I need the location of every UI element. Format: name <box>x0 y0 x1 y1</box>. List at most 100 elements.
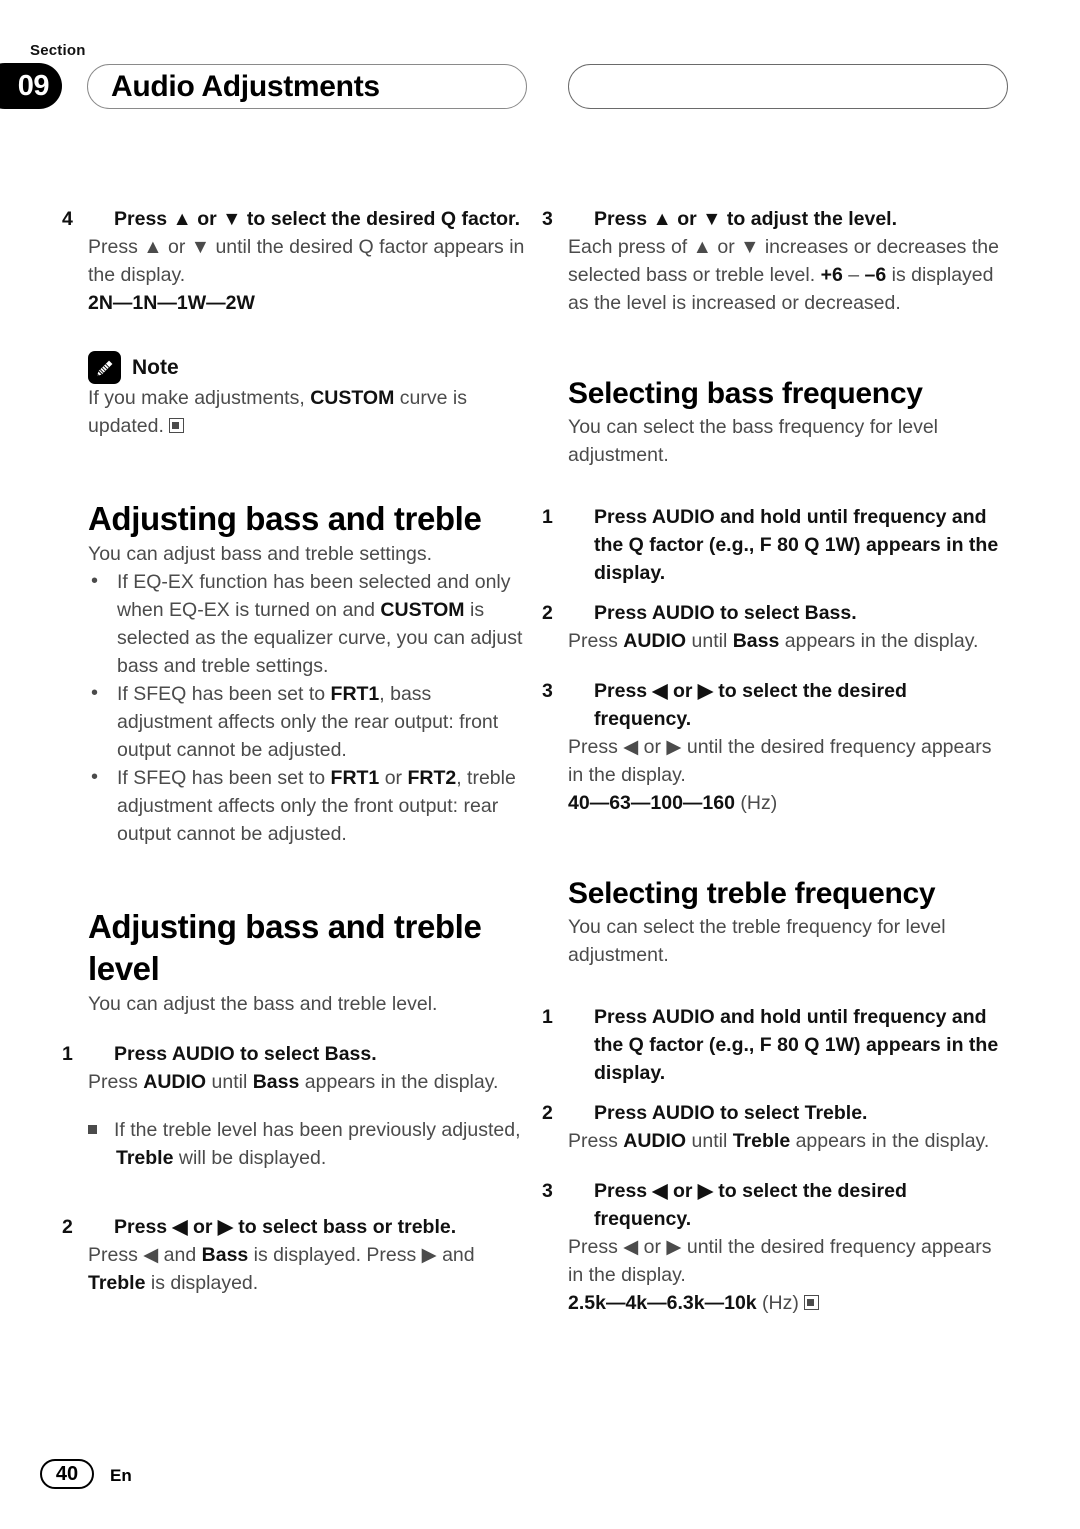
right-step-3-number: 3 <box>542 208 553 230</box>
bass-frequency-unit: (Hz) <box>734 792 778 814</box>
step-2-body-keyword-2: Treble <box>88 1272 146 1294</box>
step-1-square-note-pre: If the treble level has been previously … <box>114 1118 521 1141</box>
step-1-body-keyword-2: Bass <box>252 1071 300 1093</box>
right-step-3-body-keyword-2: –6 <box>864 264 887 286</box>
right-step-3: 3 Press ▲ or ▼ to adjust the level. <box>542 205 1008 233</box>
page-header: Section 09 Audio Adjustments <box>0 0 1080 150</box>
bass-step-1-number: 1 <box>542 506 553 528</box>
page-title-capsule-right-empty <box>568 64 1008 109</box>
treble-step-2-text: Press AUDIO to select Treble. <box>594 1102 868 1124</box>
bullet-3-keyword-1: FRT1 <box>330 767 380 789</box>
step-4: 4 Press ▲ or ▼ to select the desired Q fa… <box>62 205 528 233</box>
bass-treble-bullet-list: If EQ-EX function has been selected and … <box>88 567 528 848</box>
left-column: 4 Press ▲ or ▼ to select the desired Q fa… <box>62 205 528 1297</box>
bass-step-3-text: Press ◀ or ▶ to select the desired frequ… <box>594 680 907 730</box>
bass-step-2-body-post: appears in the display. <box>779 630 979 652</box>
right-step-3-text: Press ▲ or ▼ to adjust the level. <box>594 208 898 230</box>
language-code: En <box>110 1466 132 1485</box>
step-2-body-keyword-1: Bass <box>201 1244 249 1266</box>
pencil-icon <box>88 351 121 384</box>
right-column: 3 Press ▲ or ▼ to adjust the level. Each … <box>542 205 1008 1317</box>
intro-selecting-treble-frequency: You can select the treble frequency for … <box>568 916 946 966</box>
bullet-2-part1: If SFEQ has been set to <box>117 683 331 705</box>
treble-step-2-body-pre: Press <box>568 1130 624 1152</box>
page-footer: 40 En <box>0 1439 1080 1529</box>
treble-step-2: 2 Press AUDIO to select Treble. <box>542 1099 1008 1127</box>
bass-step-2-number: 2 <box>542 602 553 624</box>
treble-step-2-body-keyword-2: Treble <box>732 1130 791 1152</box>
intro-adjusting-bass-and-treble: You can adjust bass and treble settings. <box>88 543 433 565</box>
bass-step-2-body: Press AUDIO until Bass appears in the di… <box>568 627 1008 655</box>
bullet-3-mid: or <box>379 767 408 789</box>
bass-step-3-number: 3 <box>542 680 553 702</box>
bass-frequency-values-text: 40—63—100—160 <box>568 792 735 814</box>
treble-frequency-unit: (Hz) <box>756 1292 799 1314</box>
list-item: If SFEQ has been set to FRT1, bass adjus… <box>88 679 528 764</box>
bullet-3-keyword-2: FRT2 <box>407 767 457 789</box>
treble-step-1-number: 1 <box>542 1006 553 1028</box>
note-header: Note <box>88 351 528 384</box>
step-1-body-post: appears in the display. <box>299 1071 499 1093</box>
page-title-capsule: Audio Adjustments <box>87 64 527 109</box>
page-title: Audio Adjustments <box>111 69 380 103</box>
heading-adjusting-bass-and-treble: Adjusting bass and treble <box>88 500 482 537</box>
section-number-badge: 09 <box>0 63 62 109</box>
treble-step-2-body-keyword-1: AUDIO <box>623 1130 687 1152</box>
step-1-square-note: If the treble level has been previously … <box>88 1116 528 1172</box>
step-1-square-note-post: will be displayed. <box>173 1146 327 1169</box>
bullet-1-keyword: CUSTOM <box>380 599 465 621</box>
bass-step-3-body: Press ◀ or ▶ until the desired frequency… <box>568 736 992 786</box>
bass-step-2-body-mid: until <box>686 630 733 652</box>
step-2-body-mid: is displayed. Press ▶ and <box>248 1244 475 1266</box>
treble-step-1: 1 Press AUDIO and hold until frequency an… <box>542 1003 1008 1087</box>
heading-selecting-bass-frequency: Selecting bass frequency <box>568 377 923 410</box>
treble-step-2-body: Press AUDIO until Treble appears in the … <box>568 1127 1008 1155</box>
q-factor-values: 2N—1N—1W—2W <box>88 292 255 314</box>
list-item: If SFEQ has been set to FRT1 or FRT2, tr… <box>88 763 528 848</box>
step-1-number: 1 <box>62 1043 73 1065</box>
step-1: 1 Press AUDIO to select Bass. <box>62 1040 528 1068</box>
step-1-text: Press AUDIO to select Bass. <box>114 1043 377 1065</box>
bullet-3-part1: If SFEQ has been set to <box>117 767 331 789</box>
step-1-body: Press AUDIO until Bass appears in the di… <box>88 1068 528 1096</box>
treble-step-3-text: Press ◀ or ▶ to select the desired frequ… <box>594 1180 907 1230</box>
treble-step-3-body: Press ◀ or ▶ until the desired frequency… <box>568 1236 992 1286</box>
treble-step-2-body-post: appears in the display. <box>790 1130 990 1152</box>
step-2-body-post: is displayed. <box>145 1272 259 1294</box>
end-of-section-marker <box>168 418 184 433</box>
step-4-number: 4 <box>62 208 73 230</box>
page-number-badge: 40 <box>40 1459 94 1489</box>
bass-step-2-body-keyword-2: Bass <box>732 630 780 652</box>
bass-step-3: 3 Press ◀ or ▶ to select the desired freq… <box>542 677 1008 733</box>
note-text-before: If you make adjustments, <box>88 387 311 409</box>
step-1-body-keyword-1: AUDIO <box>143 1071 207 1093</box>
square-bullet-icon <box>88 1124 97 1134</box>
bass-step-1: 1 Press AUDIO and hold until frequency an… <box>542 503 1008 587</box>
bullet-2-keyword: FRT1 <box>330 683 380 705</box>
step-1-body-mid: until <box>206 1071 253 1093</box>
right-step-3-body-mid: – <box>842 264 865 286</box>
step-1-square-note-keyword: Treble <box>116 1146 174 1169</box>
step-2-text: Press ◀ or ▶ to select bass or treble. <box>114 1216 457 1238</box>
treble-step-3: 3 Press ◀ or ▶ to select the desired freq… <box>542 1177 1008 1233</box>
treble-step-2-body-mid: until <box>686 1130 733 1152</box>
right-step-3-body: Each press of ▲ or ▼ increases or decrea… <box>568 233 1008 317</box>
section-label: Section <box>30 42 86 59</box>
step-2: 2 Press ◀ or ▶ to select bass or treble. <box>62 1213 528 1241</box>
step-2-body-pre: Press ◀ and <box>88 1244 202 1266</box>
treble-step-1-text: Press AUDIO and hold until frequency and… <box>594 1006 999 1084</box>
bass-step-2-text: Press AUDIO to select Bass. <box>594 602 857 624</box>
step-2-number: 2 <box>62 1216 73 1238</box>
bass-step-2-body-keyword-1: AUDIO <box>623 630 687 652</box>
heading-adjusting-bass-and-treble-level: Adjusting bass and treble level <box>88 908 482 987</box>
bass-step-2-body-pre: Press <box>568 630 624 652</box>
step-4-text: Press ▲ or ▼ to select the desired Q fac… <box>114 208 520 230</box>
bass-frequency-values: 40—63—100—160 (Hz) <box>568 789 1008 817</box>
treble-step-2-number: 2 <box>542 1102 553 1124</box>
step-1-body-pre: Press <box>88 1071 144 1093</box>
note-keyword: CUSTOM <box>310 387 395 409</box>
treble-step-3-number: 3 <box>542 1180 553 1202</box>
treble-frequency-values-text: 2.5k—4k—6.3k—10k <box>568 1292 757 1314</box>
list-item: If EQ-EX function has been selected and … <box>88 567 528 680</box>
step-2-body: Press ◀ and Bass is displayed. Press ▶ a… <box>88 1241 528 1297</box>
